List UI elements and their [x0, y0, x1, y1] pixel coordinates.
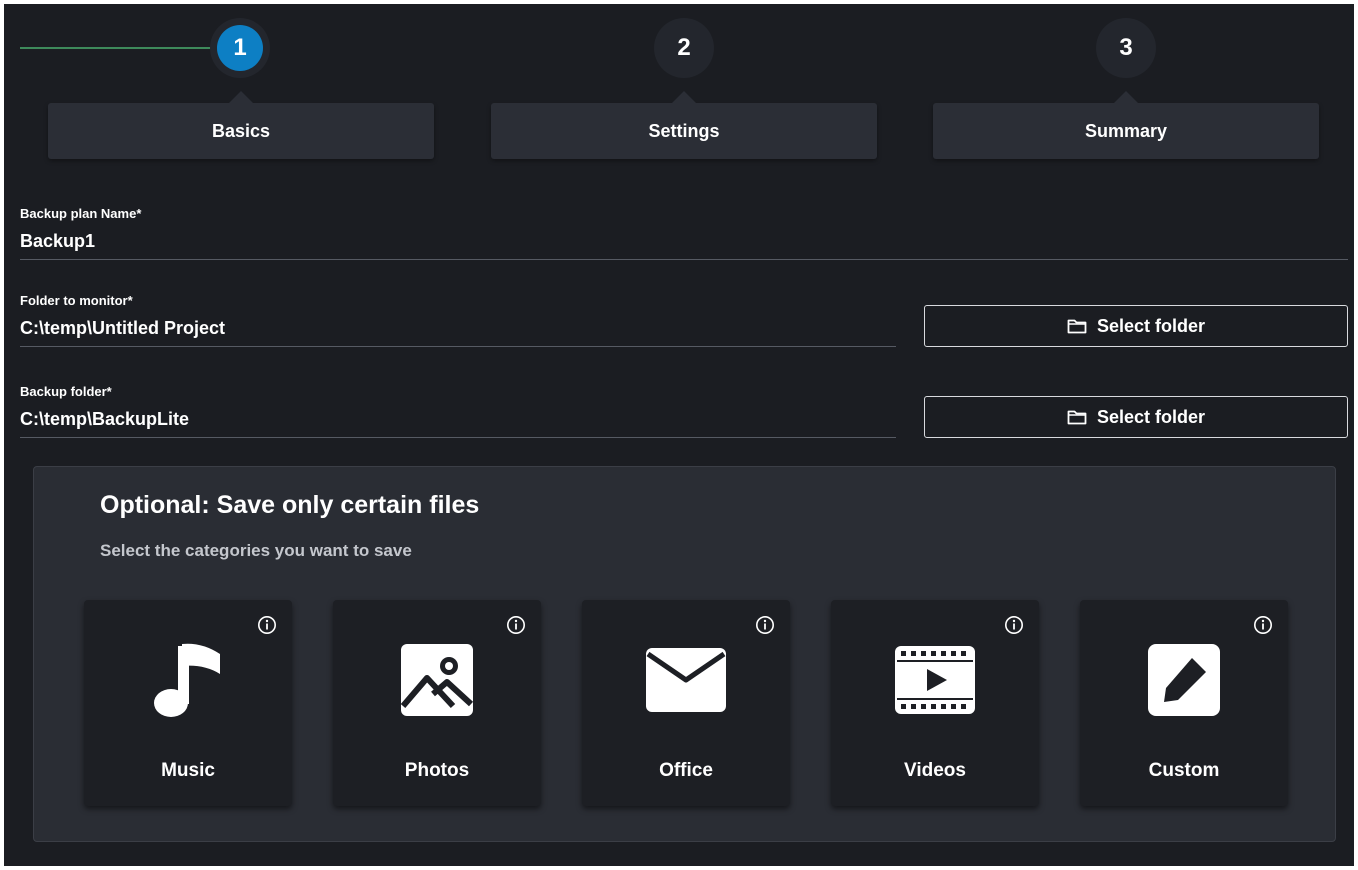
step-3-indicator[interactable]: 3: [1096, 18, 1156, 78]
category-custom-label: Custom: [1148, 760, 1220, 781]
stepper-progress-line: [20, 47, 216, 49]
backup-folder-label: Backup folder*: [20, 384, 112, 399]
optional-panel-subtitle: Select the categories you want to save: [100, 541, 412, 560]
folder-icon: [1067, 319, 1087, 334]
category-office-label: Office: [659, 760, 713, 781]
select-backup-folder-button[interactable]: Select folder: [924, 396, 1348, 438]
tab-summary[interactable]: Summary: [933, 91, 1319, 159]
category-photos-label: Photos: [404, 760, 470, 781]
category-music-label: Music: [161, 760, 215, 781]
folder-to-monitor-underline: [20, 346, 896, 347]
tab-basics-label: Basics: [211, 120, 271, 141]
optional-panel-title: Optional: Save only certain files: [100, 491, 480, 519]
folder-to-monitor-label: Folder to monitor*: [20, 293, 133, 308]
step-1-indicator[interactable]: 1: [210, 18, 270, 78]
select-backup-folder-label: Select folder: [1096, 406, 1206, 427]
category-custom-card[interactable]: Custom: [1080, 600, 1288, 806]
info-icon[interactable]: [506, 615, 526, 635]
plan-name-underline: [20, 259, 1348, 260]
category-videos-card[interactable]: Videos: [831, 600, 1039, 806]
tab-summary-label: Summary: [1084, 120, 1168, 141]
category-music-card[interactable]: Music: [84, 600, 292, 806]
info-icon[interactable]: [1253, 615, 1273, 635]
tab-basics[interactable]: Basics: [48, 91, 434, 159]
plan-name-input[interactable]: Backup1: [20, 231, 95, 252]
info-icon[interactable]: [257, 615, 277, 635]
tab-settings[interactable]: Settings: [491, 91, 877, 159]
optional-categories-panel: Optional: Save only certain files Select…: [33, 466, 1336, 842]
step-3-number: 3: [1119, 34, 1133, 61]
step-2-number: 2: [677, 34, 691, 61]
music-note-icon: [148, 640, 228, 720]
envelope-icon: [646, 640, 726, 720]
category-office-card[interactable]: Office: [582, 600, 790, 806]
step-1-number: 1: [217, 25, 263, 71]
info-icon[interactable]: [1004, 615, 1024, 635]
backup-folder-input[interactable]: C:\temp\BackupLite: [20, 409, 189, 430]
select-monitor-folder-button[interactable]: Select folder: [924, 305, 1348, 347]
image-icon: [397, 640, 477, 720]
folder-icon: [1067, 410, 1087, 425]
category-photos-card[interactable]: Photos: [333, 600, 541, 806]
step-2-indicator[interactable]: 2: [654, 18, 714, 78]
backup-plan-wizard: 1 2 3 Basics Settings Summary Backup pla…: [4, 4, 1354, 866]
backup-folder-underline: [20, 437, 896, 438]
select-monitor-folder-label: Select folder: [1096, 315, 1206, 336]
film-play-icon: [895, 640, 975, 720]
pencil-icon: [1144, 640, 1224, 720]
folder-to-monitor-input[interactable]: C:\temp\Untitled Project: [20, 318, 225, 339]
tab-settings-label: Settings: [648, 120, 720, 141]
plan-name-label: Backup plan Name*: [20, 206, 142, 221]
category-videos-label: Videos: [904, 760, 966, 781]
info-icon[interactable]: [755, 615, 775, 635]
